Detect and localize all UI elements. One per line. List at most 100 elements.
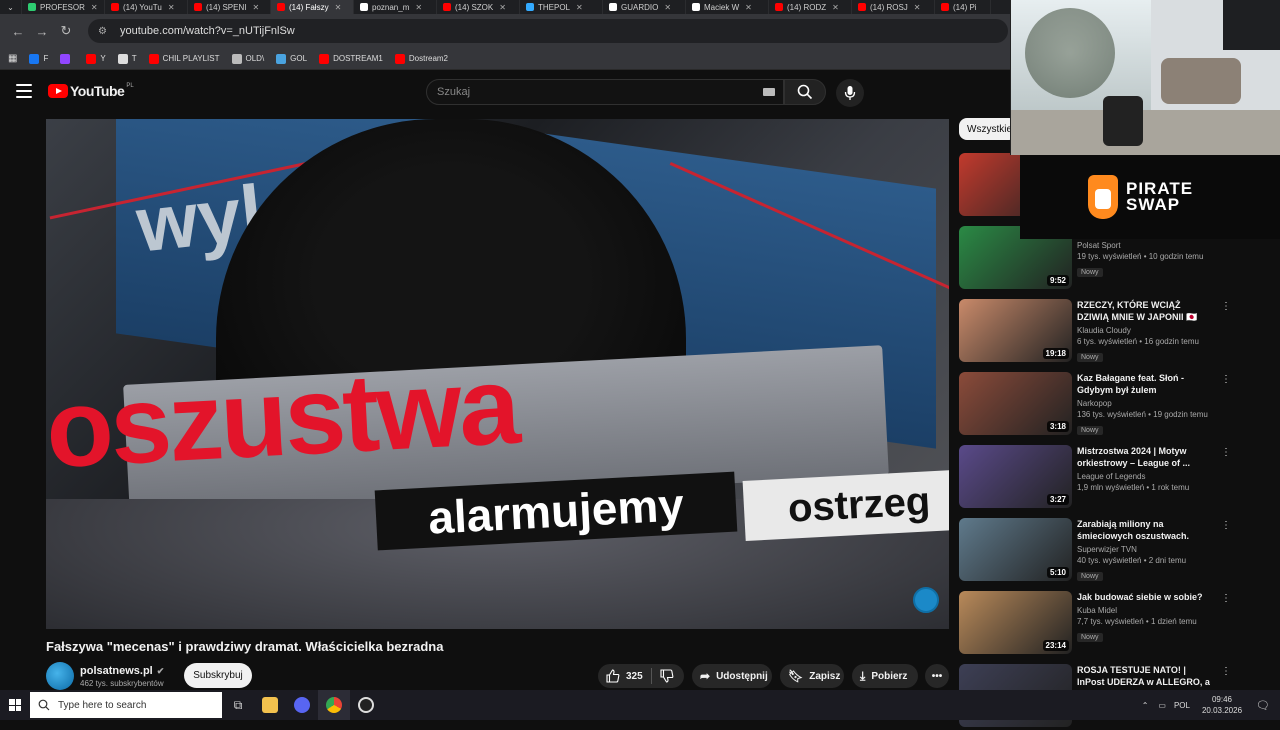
recommended-title[interactable]: Kaz Bałagane feat. Słoń - Gdybym był żul… (1077, 372, 1213, 396)
file-explorer-button[interactable] (254, 690, 286, 720)
video-thumbnail[interactable]: 19:18 (959, 299, 1072, 362)
recommended-title[interactable]: Mistrzostwa 2024 | Motyw orkiestrowy – L… (1077, 445, 1213, 469)
close-tab-icon[interactable]: ✕ (415, 3, 422, 12)
recommended-video[interactable]: 3:27 Mistrzostwa 2024 | Motyw orkiestrowy… (959, 445, 1259, 511)
keyboard-icon[interactable] (763, 88, 775, 96)
bookmark-item[interactable]: CHIL PLAYLIST (148, 53, 220, 64)
channel-avatar[interactable] (46, 662, 74, 690)
forward-icon[interactable]: → (32, 21, 52, 41)
more-vertical-icon[interactable]: ⋮ (1221, 666, 1231, 677)
recommended-title[interactable]: RZECZY, KTÓRE WCIĄŻ DZIWIĄ MNIE W JAPONI… (1077, 299, 1213, 323)
search-input[interactable]: Szukaj (426, 79, 784, 105)
video-thumbnail[interactable]: 23:14 (959, 591, 1072, 654)
channel-name[interactable]: polsatnews.pl (80, 665, 153, 677)
obs-button[interactable] (350, 690, 382, 720)
channel-info[interactable]: polsatnews.pl ✔ 462 tys. subskrybentów (46, 662, 164, 690)
close-tab-icon[interactable]: ✕ (664, 3, 671, 12)
search-button[interactable] (784, 79, 826, 105)
menu-icon[interactable] (16, 84, 32, 98)
language-indicator[interactable]: POL (1174, 701, 1190, 710)
close-tab-icon[interactable]: ✕ (499, 3, 506, 12)
recommended-channel[interactable]: Superwizjer TVN (1077, 545, 1213, 554)
recommended-channel[interactable]: League of Legends (1077, 472, 1213, 481)
browser-tab[interactable]: Maciek W ✕ (686, 0, 769, 14)
recommended-channel[interactable]: Polsat Sport (1077, 241, 1213, 250)
download-button[interactable]: ⤓ Pobierz (852, 664, 918, 688)
close-tab-icon[interactable]: ✕ (745, 3, 752, 12)
share-button[interactable]: ➦ Udostępnij (692, 664, 772, 688)
reload-icon[interactable]: ↻ (56, 21, 76, 41)
video-player[interactable]: wykonania oszustwa alarmujemy ostrzeg (46, 119, 949, 629)
video-thumbnail[interactable]: 3:18 (959, 372, 1072, 435)
browser-tab[interactable]: THEPOL ✕ (520, 0, 603, 14)
recommended-channel[interactable]: Klaudia Cloudy (1077, 326, 1213, 335)
close-tab-icon[interactable]: ✕ (335, 3, 342, 12)
clock[interactable]: 09:46 20.03.2026 (1202, 694, 1242, 716)
recommended-title[interactable]: Zarabiają miliony na śmieciowych oszustw… (1077, 518, 1213, 542)
like-button[interactable]: 325 (598, 664, 651, 688)
site-settings-icon[interactable]: ⚙ (98, 26, 112, 37)
filter-chip-all[interactable]: Wszystkie (959, 118, 1017, 140)
bookmark-item[interactable]: OLD\ (231, 53, 264, 64)
bookmark-item[interactable]: GOL (276, 53, 307, 64)
more-vertical-icon[interactable]: ⋮ (1221, 593, 1231, 604)
recommended-video[interactable]: 23:14 Jak budować siebie w sobie? Kuba Mid… (959, 591, 1259, 657)
taskbar-search[interactable]: Type here to search (30, 692, 222, 718)
save-button[interactable]: 🔖︎ Zapisz (780, 664, 844, 688)
browser-tab[interactable]: (14) Fałszy ✕ (271, 0, 354, 14)
apps-icon[interactable]: ▦ (8, 53, 17, 64)
recommended-video[interactable]: 3:18 Kaz Bałagane feat. Słoń - Gdybym był… (959, 372, 1259, 438)
video-thumbnail[interactable]: 5:10 (959, 518, 1072, 581)
address-bar[interactable]: ⚙ youtube.com/watch?v=_nUTijFnlSw (88, 19, 1008, 43)
video-thumbnail[interactable]: 3:27 (959, 445, 1072, 508)
bookmark-item[interactable]: T (117, 53, 137, 64)
more-vertical-icon[interactable]: ⋮ (1221, 447, 1231, 458)
network-icon[interactable]: ▭ (1158, 701, 1166, 710)
recommended-video[interactable]: 19:18 RZECZY, KTÓRE WCIĄŻ DZIWIĄ MNIE W J… (959, 299, 1259, 365)
youtube-logo[interactable]: YouTube PL (48, 83, 134, 99)
close-tab-icon[interactable]: ✕ (252, 3, 259, 12)
back-icon[interactable]: ← (8, 21, 28, 41)
browser-tab[interactable]: (14) YouTu ✕ (105, 0, 188, 14)
browser-tab[interactable]: (14) SPENI ✕ (188, 0, 271, 14)
recommended-channel[interactable]: Narkopop (1077, 399, 1213, 408)
close-tab-icon[interactable]: ✕ (832, 3, 839, 12)
bookmark-item[interactable] (60, 53, 74, 64)
more-vertical-icon[interactable]: ⋮ (1221, 520, 1231, 531)
browser-tab[interactable]: (14) SZOK ✕ (437, 0, 520, 14)
close-tab-icon[interactable]: ✕ (576, 3, 583, 12)
tab-search-button[interactable]: ⌄ (0, 0, 22, 14)
more-actions-button[interactable]: ••• (925, 664, 949, 688)
channel-watermark-icon[interactable] (913, 587, 939, 613)
browser-tab[interactable]: PROFESOR ✕ (22, 0, 105, 14)
browser-tab[interactable]: (14) RODZ ✕ (769, 0, 852, 14)
dislike-button[interactable] (652, 664, 682, 688)
recommended-video[interactable]: 5:10 Zarabiają miliony na śmieciowych osz… (959, 518, 1259, 584)
browser-tab[interactable]: (14) Pi (935, 0, 991, 14)
bookmark-item[interactable]: Y (86, 53, 106, 64)
recommended-title[interactable]: Jak budować siebie w sobie? (1077, 591, 1213, 603)
bookmark-item[interactable]: Dostream2 (394, 53, 448, 64)
recommended-title[interactable]: ROSJA TESTUJE NATO! | InPost UDERZA w AL… (1077, 664, 1213, 688)
chrome-button[interactable] (318, 690, 350, 720)
more-vertical-icon[interactable]: ⋮ (1221, 374, 1231, 385)
subscribe-button[interactable]: Subskrybuj (184, 663, 252, 688)
close-tab-icon[interactable]: ✕ (168, 3, 175, 12)
discord-button[interactable] (286, 690, 318, 720)
bookmark-label: Dostream2 (408, 54, 448, 63)
more-vertical-icon[interactable]: ⋮ (1221, 301, 1231, 312)
bookmark-item[interactable]: F (29, 53, 48, 64)
start-button[interactable] (0, 690, 30, 720)
voice-search-button[interactable] (836, 79, 864, 107)
bookmark-item[interactable]: DOSTREAM1 (319, 53, 383, 64)
close-tab-icon[interactable]: ✕ (91, 3, 98, 12)
browser-tab[interactable]: (14) ROSJ ✕ (852, 0, 935, 14)
close-tab-icon[interactable]: ✕ (914, 3, 921, 12)
tray-expand-icon[interactable]: ⌃ (1142, 701, 1149, 710)
notifications-icon[interactable]: 🗨︎ (1256, 699, 1270, 712)
recommended-channel[interactable]: Kuba Midel (1077, 606, 1213, 615)
browser-tab[interactable]: poznan_m ✕ (354, 0, 437, 14)
browser-tab[interactable]: GUARDIO ✕ (603, 0, 686, 14)
task-view-button[interactable]: ⧉ (222, 690, 254, 720)
duration-badge: 23:14 (1042, 640, 1069, 651)
